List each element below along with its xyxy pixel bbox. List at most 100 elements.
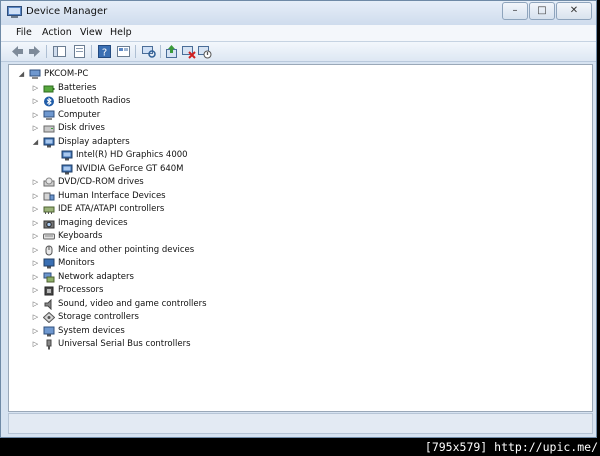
tree-category-label: Imaging devices — [58, 217, 128, 228]
tree-category-label: Computer — [58, 109, 101, 120]
toolbar-separator — [135, 45, 136, 58]
device-tree-pane[interactable]: ◢ PKCOM-PC ▷ Batteries ▷ Bluetooth Radios ▷ C… — [8, 64, 593, 412]
storage-controller-icon — [43, 312, 55, 323]
tree-category[interactable]: ▷ IDE ATA/ATAPI controllers — [31, 203, 331, 216]
expand-arrow-icon[interactable]: ▷ — [31, 325, 40, 338]
minimize-button[interactable]: – — [502, 2, 528, 20]
minimize-icon: – — [512, 5, 518, 16]
tree-category[interactable]: ▷ Disk drives — [31, 122, 331, 135]
tree-category[interactable]: ▷ Computer — [31, 109, 331, 122]
tree-category-label: Storage controllers — [58, 312, 139, 322]
menu-action[interactable]: Action — [42, 27, 72, 38]
tree-device-label: Intel(R) HD Graphics 4000 — [76, 150, 188, 160]
tree-root-label: PKCOM-PC — [44, 69, 89, 79]
mouse-icon — [45, 245, 53, 255]
tree-category-label: Disk drives — [58, 123, 105, 133]
expand-arrow-icon[interactable]: ▷ — [31, 190, 40, 203]
menu-view[interactable]: View — [80, 27, 103, 38]
tree-category-label: Keyboards — [58, 231, 103, 241]
tree-category[interactable]: ▷ Sound, video and game controllers — [31, 298, 331, 311]
tree-category[interactable]: ▷ System devices — [31, 325, 331, 338]
expand-arrow-icon[interactable]: ▷ — [31, 298, 40, 311]
update-driver-icon[interactable] — [164, 44, 179, 59]
scan-hardware-icon[interactable] — [141, 44, 156, 59]
expand-arrow-icon[interactable]: ▷ — [31, 311, 40, 324]
tree-device[interactable]: Intel(R) HD Graphics 4000 — [49, 149, 349, 162]
tree-category[interactable]: ▷ Network adapters — [31, 271, 331, 284]
expand-arrow-icon[interactable]: ▷ — [31, 284, 40, 297]
view-icon[interactable] — [116, 44, 131, 59]
menu-file[interactable]: File — [16, 27, 32, 38]
uninstall-icon[interactable] — [181, 44, 196, 59]
expand-arrow-icon[interactable]: ▷ — [31, 203, 40, 216]
usb-icon — [46, 339, 52, 350]
system-device-icon — [43, 326, 55, 336]
tree-category[interactable]: ▷ DVD/CD-ROM drives — [31, 176, 331, 189]
speaker-icon — [44, 298, 52, 310]
tree-category[interactable]: ▷ Universal Serial Bus controllers — [31, 338, 331, 351]
keyboard-icon — [43, 233, 55, 240]
camera-icon — [43, 220, 55, 228]
disable-device-icon[interactable] — [197, 44, 212, 59]
tree-category[interactable]: ▷ Storage controllers — [31, 311, 331, 324]
window-title: Device Manager — [26, 6, 108, 17]
tree-category[interactable]: ▷ Monitors — [31, 257, 331, 270]
tree-category[interactable]: ▷ Processors — [31, 284, 331, 297]
toolbar: ? — [1, 42, 596, 62]
tree-category-label: Sound, video and game controllers — [58, 298, 207, 309]
console-tree-icon[interactable] — [52, 44, 67, 59]
device-manager-app-icon — [7, 6, 22, 18]
maximize-icon: □ — [537, 5, 547, 16]
expand-arrow-icon[interactable]: ▷ — [31, 230, 40, 243]
tree-root[interactable]: ◢ PKCOM-PC — [17, 68, 217, 81]
tree-category-label: DVD/CD-ROM drives — [58, 177, 144, 187]
display-adapter-icon — [61, 164, 73, 174]
tree-category[interactable]: ▷ Imaging devices — [31, 217, 331, 230]
collapse-arrow-icon[interactable]: ◢ — [17, 68, 26, 81]
menu-bar: File Action View Help — [1, 25, 596, 42]
tree-category[interactable]: ◢ Display adapters — [31, 136, 331, 149]
tree-category-label: Display adapters — [58, 136, 130, 147]
expand-arrow-icon[interactable]: ▷ — [31, 271, 40, 284]
computer-icon — [43, 110, 55, 120]
toolbar-separator — [91, 45, 92, 58]
tree-category-label: Universal Serial Bus controllers — [58, 339, 191, 349]
expand-arrow-icon[interactable]: ▷ — [31, 176, 40, 189]
tree-category[interactable]: ▷ Bluetooth Radios — [31, 95, 331, 108]
tree-category[interactable]: ▷ Keyboards — [31, 230, 331, 243]
maximize-button[interactable]: □ — [529, 2, 555, 20]
tree-category-label: Human Interface Devices — [58, 190, 166, 201]
expand-arrow-icon[interactable]: ▷ — [31, 217, 40, 230]
expand-arrow-icon[interactable]: ▷ — [31, 244, 40, 257]
computer-icon — [29, 69, 41, 79]
tree-category-label: Batteries — [58, 82, 97, 93]
network-adapter-icon — [43, 272, 55, 282]
dvd-drive-icon — [43, 177, 55, 187]
collapse-arrow-icon[interactable]: ◢ — [31, 136, 40, 149]
expand-arrow-icon[interactable]: ▷ — [31, 109, 40, 122]
display-adapter-icon — [43, 137, 55, 147]
title-bar[interactable]: Device Manager – □ ✕ — [1, 1, 596, 25]
expand-arrow-icon[interactable]: ▷ — [31, 257, 40, 270]
toolbar-separator — [160, 45, 161, 58]
tree-category[interactable]: ▷ Batteries — [31, 82, 331, 95]
close-button[interactable]: ✕ — [556, 2, 592, 20]
expand-arrow-icon[interactable]: ▷ — [31, 95, 40, 108]
back-arrow-icon[interactable] — [10, 44, 25, 59]
forward-arrow-icon[interactable] — [27, 44, 42, 59]
bluetooth-icon — [44, 96, 54, 107]
close-icon: ✕ — [569, 5, 579, 16]
tree-category-label: IDE ATA/ATAPI controllers — [58, 204, 165, 214]
expand-arrow-icon[interactable]: ▷ — [31, 122, 40, 135]
tree-device[interactable]: NVIDIA GeForce GT 640M — [49, 163, 349, 176]
menu-help[interactable]: Help — [110, 27, 132, 38]
properties-sheet-icon[interactable] — [72, 44, 87, 59]
device-manager-window: Device Manager – □ ✕ File Action View He… — [0, 0, 597, 438]
expand-arrow-icon[interactable]: ▷ — [31, 338, 40, 351]
expand-arrow-icon[interactable]: ▷ — [31, 82, 40, 95]
help-icon[interactable]: ? — [97, 44, 112, 59]
tree-category[interactable]: ▷ Human Interface Devices — [31, 190, 331, 203]
tree-category-label: System devices — [58, 325, 125, 336]
tree-category[interactable]: ▷ Mice and other pointing devices — [31, 244, 331, 257]
ide-controller-icon — [43, 206, 55, 214]
